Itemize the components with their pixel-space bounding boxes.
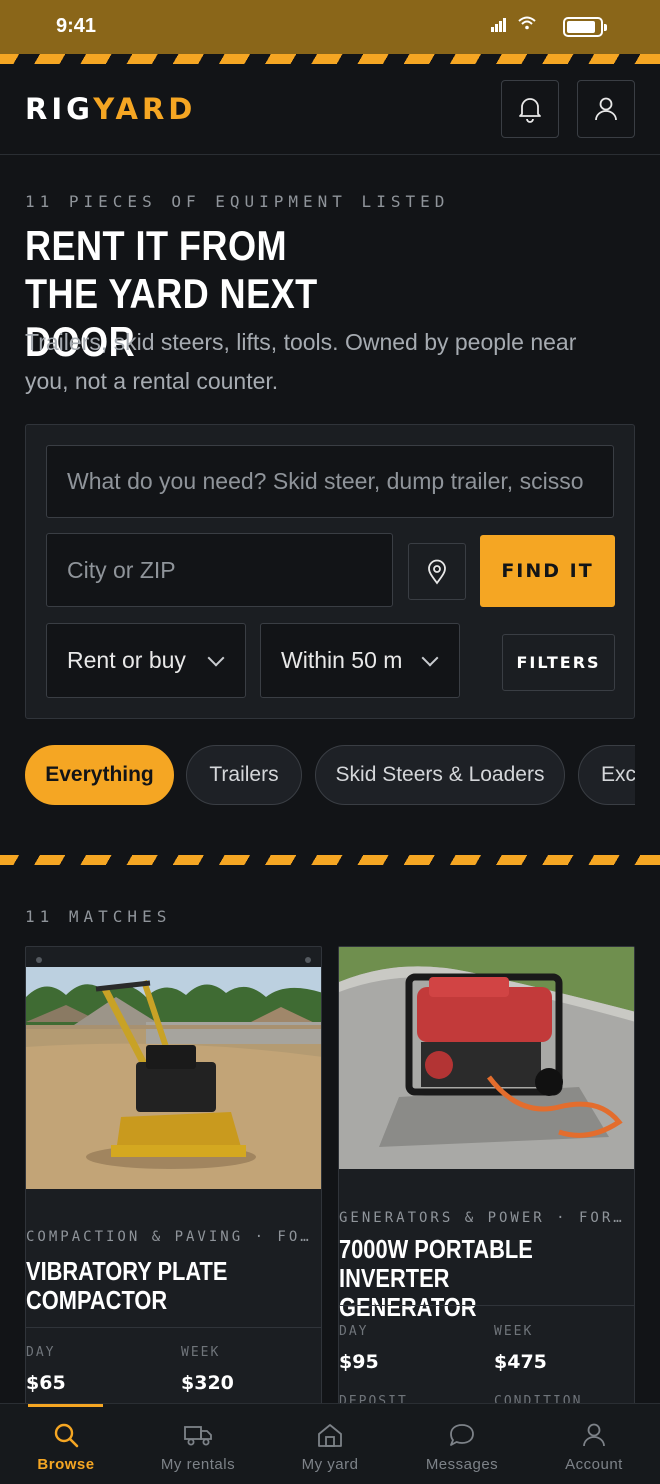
listing-category: COMPACTION & PAVING · FO… (26, 1229, 312, 1245)
tab-label: Messages (425, 1456, 499, 1473)
signal-icon (491, 18, 507, 32)
status-time: 9:41 (56, 15, 97, 37)
battery-icon (563, 17, 607, 37)
listing-photo (339, 947, 634, 1169)
user-icon (583, 1423, 605, 1447)
day-price: $95 (339, 1351, 379, 1373)
listing-title: 7000W PORTABLE INVERTER GENERATOR (339, 1234, 533, 1322)
day-price: $65 (26, 1372, 66, 1394)
notifications-button[interactable] (501, 80, 559, 138)
tab-label: My rentals (160, 1456, 236, 1473)
category-chips: Everything Trailers Skid Steers & Loader… (25, 745, 635, 805)
search-panel: What do you need? Skid steer, dump trail… (25, 424, 635, 719)
wifi-icon (518, 16, 536, 30)
map-pin-icon (428, 559, 446, 585)
tab-label: Account (565, 1456, 623, 1473)
brand-logo[interactable]: RIGYARD (25, 92, 196, 126)
status-bar: 9:41 (0, 0, 660, 54)
tab-account[interactable]: Account (528, 1404, 660, 1484)
hazard-stripe (0, 855, 660, 865)
results-count: 11 MATCHES (25, 907, 172, 926)
day-price-label: DAY (26, 1345, 56, 1360)
listing-title: VIBRATORY PLATE COMPACTOR (26, 1256, 228, 1315)
tab-browse[interactable]: Browse (0, 1404, 132, 1484)
use-location-button[interactable] (408, 543, 466, 600)
tab-my-yard[interactable]: My yard (264, 1404, 396, 1484)
home-icon (318, 1424, 342, 1447)
distance-select[interactable]: Within 50 m (260, 623, 460, 698)
hazard-stripe (0, 54, 660, 64)
listing-category: GENERATORS & POWER · FOR… (339, 1210, 625, 1226)
search-icon (54, 1423, 79, 1448)
filters-button[interactable]: FILTERS (502, 634, 615, 691)
app-header: RIGYARD (0, 64, 660, 155)
chevron-down-icon (207, 649, 225, 666)
page-subtitle: Trailers, skid steers, lifts, tools. Own… (25, 329, 577, 394)
week-price: $320 (181, 1372, 234, 1394)
rent-or-buy-select[interactable]: Rent or buy (46, 623, 246, 698)
truck-icon (184, 1426, 212, 1446)
listing-card[interactable]: GENERATORS & POWER · FOR… 7000W PORTABLE… (338, 946, 635, 1416)
tab-label: My yard (301, 1456, 359, 1473)
chip-excavators[interactable]: Exc (578, 745, 635, 805)
location-input[interactable]: City or ZIP (46, 533, 393, 607)
user-icon (595, 97, 617, 121)
tab-label: Browse (37, 1456, 95, 1473)
bottom-tab-bar: Browse My rentals My yard Messages Accou… (0, 1403, 660, 1484)
week-price-label: WEEK (181, 1345, 221, 1360)
listing-count-kicker: 11 PIECES OF EQUIPMENT LISTED (25, 192, 450, 211)
listing-card[interactable]: COMPACTION & PAVING · FO… VIBRATORY PLAT… (25, 946, 322, 1416)
week-price: $475 (494, 1351, 547, 1373)
equipment-search-input[interactable]: What do you need? Skid steer, dump trail… (46, 445, 614, 518)
week-price-label: WEEK (494, 1324, 534, 1339)
chat-icon (450, 1424, 474, 1446)
chip-everything[interactable]: Everything (25, 745, 174, 805)
tab-messages[interactable]: Messages (396, 1404, 528, 1484)
chip-trailers[interactable]: Trailers (186, 745, 302, 805)
chevron-down-icon (421, 649, 439, 666)
chip-skid-steers[interactable]: Skid Steers & Loaders (315, 745, 565, 805)
bell-icon (519, 98, 541, 123)
listing-photo (26, 967, 321, 1189)
day-price-label: DAY (339, 1324, 369, 1339)
profile-button[interactable] (577, 80, 635, 138)
find-it-button[interactable]: FIND IT (480, 535, 615, 607)
tab-my-rentals[interactable]: My rentals (132, 1404, 264, 1484)
